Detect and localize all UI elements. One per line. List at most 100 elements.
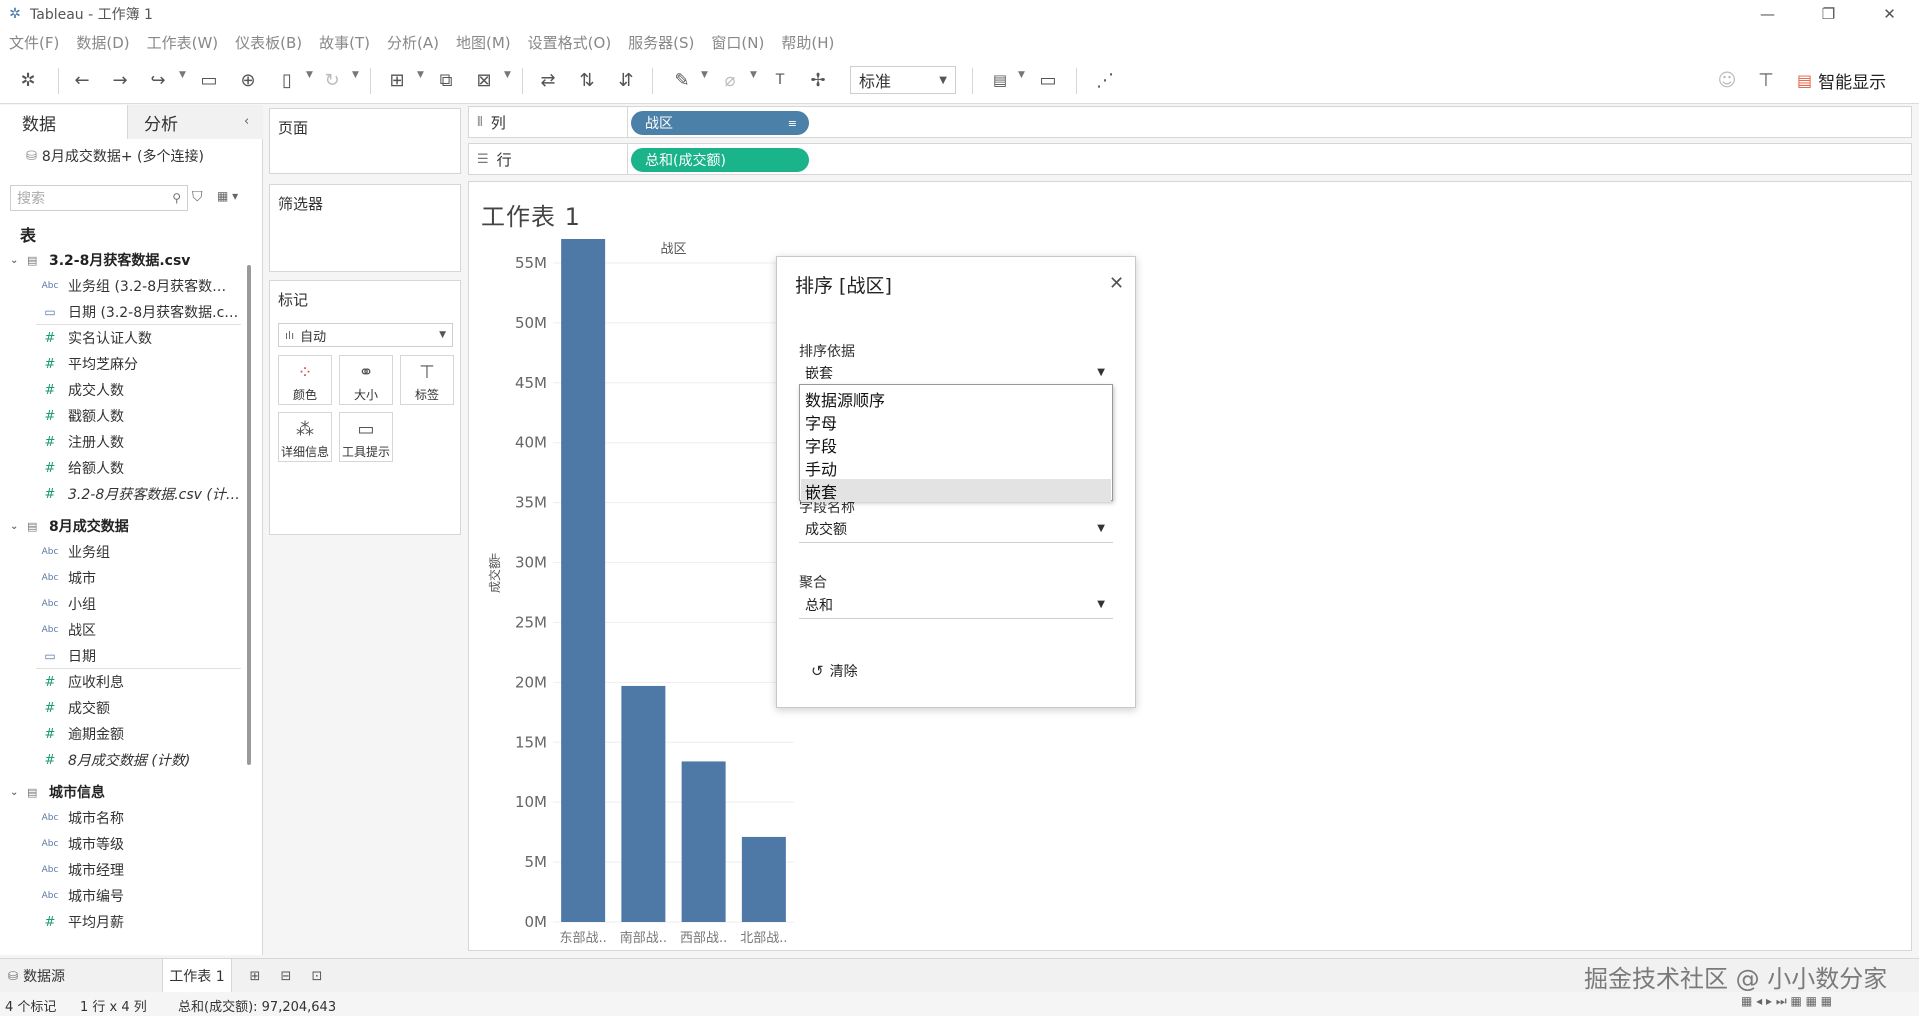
menu-window[interactable]: 窗口(N) (711, 32, 764, 53)
filter-icon[interactable]: ⛉ (192, 189, 203, 205)
swap-rows-cols-icon[interactable]: ⇄ (536, 68, 560, 92)
x-tick-label[interactable]: 北部战.. (740, 931, 787, 946)
chevron-down-icon[interactable]: ▼ (352, 70, 359, 80)
datasource-tab[interactable]: ⛁ 数据源 (8, 959, 65, 993)
option-datasource-order[interactable]: 数据源顺序 (801, 387, 1111, 410)
duplicate-icon[interactable]: ⧉ (434, 68, 458, 92)
new-datasource-icon[interactable]: ⊕ (236, 68, 260, 92)
field-item[interactable]: # 注册人数 (0, 429, 245, 455)
new-dashboard-icon[interactable]: ⊟ (276, 967, 296, 985)
clear-sheet-icon[interactable]: ⊠ (472, 68, 496, 92)
columns-shelf[interactable]: ⦀ 列 战区 ≡ (468, 106, 1912, 138)
highlight-icon[interactable]: ✎ (670, 68, 694, 92)
sort-descending-icon[interactable]: ⇵ (614, 68, 638, 92)
undo-icon[interactable]: ← (70, 68, 94, 92)
y-axis-label[interactable]: 成交额 (487, 557, 502, 593)
field-item[interactable]: Abc 业务组 (0, 539, 245, 565)
redo-icon[interactable]: → (108, 68, 132, 92)
chevron-down-icon[interactable]: ▼ (179, 70, 186, 80)
menu-server[interactable]: 服务器(S) (628, 32, 694, 53)
option-field[interactable]: 字段 (801, 433, 1111, 456)
field-item[interactable]: #3.2-8月获客数据.csv (计数) (0, 481, 245, 507)
field-item[interactable]: # 戳额人数 (0, 403, 245, 429)
menu-format[interactable]: 设置格式(O) (528, 32, 612, 53)
show-labels-icon[interactable]: T (768, 68, 792, 92)
tableau-home-icon[interactable]: ✲ (16, 68, 40, 92)
field-item[interactable]: # 成交人数 (0, 377, 245, 403)
new-worksheet-icon[interactable]: ⊞ (385, 68, 409, 92)
field-item[interactable]: # 平均月薪 (0, 909, 245, 935)
label-button[interactable]: ⊤ 标签 (400, 355, 454, 405)
pin-icon[interactable]: ✢ (806, 68, 830, 92)
table-row[interactable]: ⌄ ▤ 8月成交数据 (0, 513, 245, 539)
bar[interactable] (561, 238, 606, 922)
chevron-down-icon[interactable]: ⌄ (10, 255, 18, 266)
tab-analysis[interactable]: 分析 (128, 105, 263, 139)
menu-help[interactable]: 帮助(H) (781, 32, 834, 53)
data-guide-icon[interactable]: ⊤ (1754, 68, 1778, 92)
chevron-down-icon[interactable]: ▼ (417, 70, 424, 80)
group-icon[interactable]: ⌀ (718, 68, 742, 92)
chevron-down-icon[interactable]: ⌄ (10, 787, 18, 798)
new-story-icon[interactable]: ⊡ (307, 967, 327, 985)
sheet-title[interactable]: 工作表 1 (481, 197, 581, 232)
field-item[interactable]: # 逾期金额 (0, 721, 245, 747)
filters-card[interactable]: 筛选器 (269, 184, 461, 272)
navigation-controls-icon[interactable]: ▦ ◂ ▸ ⏭ ▦ ▦ ▦ (1741, 994, 1832, 1009)
sort-by-select[interactable]: 嵌套 ▼ (799, 359, 1113, 387)
collapse-pane-icon[interactable]: ‹ (244, 114, 249, 129)
tab-data[interactable]: 数据 (0, 105, 128, 139)
sort-ascending-icon[interactable]: ⇅ (575, 68, 599, 92)
chevron-down-icon[interactable]: ▼ (306, 70, 313, 80)
axis-sort-icon[interactable]: ıı (491, 551, 497, 562)
menu-analysis[interactable]: 分析(A) (387, 32, 439, 53)
field-item[interactable]: # 给额人数 (0, 455, 245, 481)
smart-show-button[interactable]: ▤ 智能显示 (1797, 66, 1886, 94)
worksheet-view[interactable]: 0M 5M 10M 15M 20M 25M 30M 35M 40M 45M 50M 55M 战区 成交额 ı… (468, 181, 1912, 951)
rows-pill-measure[interactable]: 总和(成交额) (631, 148, 809, 172)
field-item[interactable]: # 平均芝麻分 (0, 351, 245, 377)
ask-data-icon[interactable]: ☺ (1715, 68, 1739, 92)
table-row[interactable]: ⌄ ▤ 城市信息 (0, 779, 245, 805)
sheet-tab[interactable]: 工作表 1 (162, 959, 232, 993)
menu-story[interactable]: 故事(T) (319, 32, 370, 53)
pane-scrollbar[interactable] (247, 265, 251, 765)
option-alphabetic[interactable]: 字母 (801, 410, 1111, 433)
field-item[interactable]: #8月成交数据 (计数) (0, 747, 245, 773)
bar[interactable] (681, 761, 726, 922)
mark-type-select[interactable]: ılı 自动 ▼ (278, 323, 453, 347)
minimize-button[interactable]: — (1740, 0, 1795, 28)
new-worksheet-icon[interactable]: ⊞ (245, 967, 265, 985)
field-item[interactable]: Abc 小组 (0, 591, 245, 617)
option-manual[interactable]: 手动 (801, 456, 1111, 479)
field-item[interactable]: Abc 战区 (0, 617, 245, 643)
show-cards-icon[interactable]: ▤ (988, 68, 1012, 92)
field-item[interactable]: Abc 城市名称 (0, 805, 245, 831)
field-item[interactable]: # 成交额 (0, 695, 245, 721)
chevron-down-icon[interactable]: ▼ (750, 70, 757, 80)
redo-forward-icon[interactable]: ↪ (146, 68, 170, 92)
datasource-connection[interactable]: ⛁ 8月成交数据+ (多个连接) (26, 146, 204, 166)
field-item[interactable]: # 应收利息 (0, 669, 245, 695)
menu-data[interactable]: 数据(D) (76, 32, 129, 53)
chevron-down-icon[interactable]: ▼ (701, 70, 708, 80)
x-tick-label[interactable]: 东部战.. (559, 931, 606, 946)
x-tick-label[interactable]: 南部战.. (620, 930, 667, 946)
pause-update-icon[interactable]: ▯ (275, 68, 299, 92)
chevron-down-icon[interactable]: ⌄ (10, 521, 18, 532)
menu-map[interactable]: 地图(M) (456, 32, 511, 53)
share-icon[interactable]: ⋰ (1093, 68, 1117, 92)
pages-card[interactable]: 页面 (269, 108, 461, 174)
field-item[interactable]: Abc 城市等级 (0, 831, 245, 857)
field-item[interactable]: Abc 城市经理 (0, 857, 245, 883)
aggregation-select[interactable]: 总和 ▼ (799, 591, 1113, 619)
field-item[interactable]: Abc 城市 (0, 565, 245, 591)
save-icon[interactable]: ▭ (197, 68, 221, 92)
restore-button[interactable]: ❐ (1801, 0, 1856, 28)
rows-shelf[interactable]: ☰ 行 总和(成交额) (468, 143, 1912, 175)
field-name-select[interactable]: 成交额 ▼ (799, 515, 1113, 543)
presentation-icon[interactable]: ▭ (1036, 68, 1060, 92)
color-button[interactable]: ⁘ 颜色 (278, 355, 332, 405)
fit-select[interactable]: 标准 ▼ (850, 66, 956, 94)
refresh-icon[interactable]: ↻ (320, 68, 344, 92)
